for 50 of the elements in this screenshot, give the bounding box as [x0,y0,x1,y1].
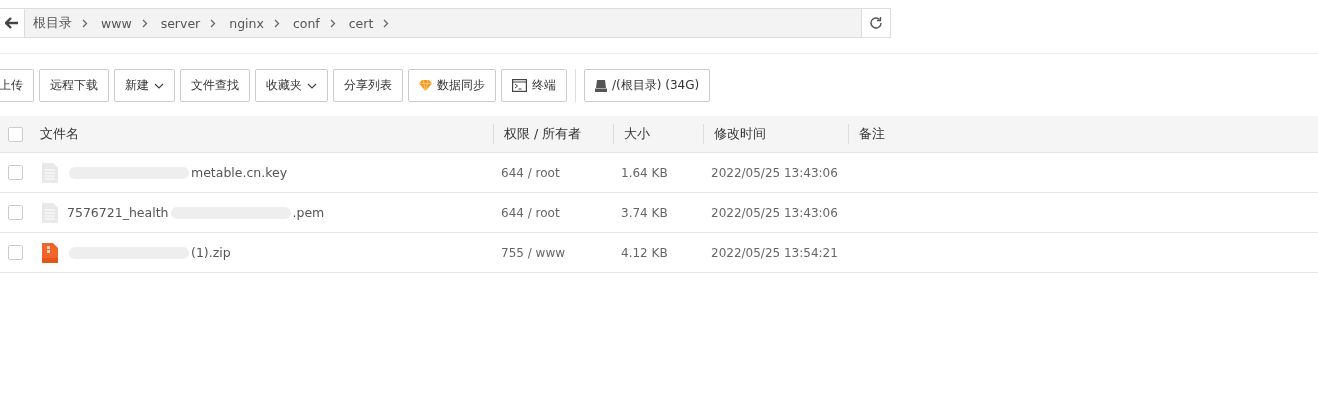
table-cell-text: 2022/05/25 13:54:21 [710,245,839,260]
breadcrumb-link[interactable]: conf [292,15,320,31]
table-cell-text: 644 / root [500,205,561,220]
breadcrumb-link[interactable]: nginx [229,15,264,31]
chevron-icon [273,18,280,28]
column-header: 文件名 [39,125,80,143]
checkbox[interactable] [7,205,23,220]
toolbar-button[interactable]: /(根目录) (34G) [584,69,711,102]
caret-icon [307,82,317,89]
file-name[interactable]: 7576721_health .pem [67,205,325,220]
checkbox[interactable] [7,245,23,260]
chevron-icon [141,18,148,28]
column-header: 大小 [613,124,703,144]
chevron-icon [82,18,88,28]
table-cell-text: 1.64 KB [620,165,669,180]
breadcrumb-link[interactable]: 根目录 [33,14,72,32]
toolbar-button[interactable]: 远程下载 [39,69,109,102]
file-row[interactable]: 7576721_health .pem 644 / root 3.74 KB 2022/05/25 13:43:06 [0,193,1318,233]
column-header: 修改时间 [703,124,848,144]
file-row[interactable]: metable.cn.key 644 / root 1.64 KB 2022/05/25 13:43:06 [0,153,1318,193]
terminal-icon [512,79,527,92]
checkbox[interactable] [7,165,23,180]
table-cell-text: 2022/05/25 13:43:06 [710,205,839,220]
column-header: 权限 / 所有者 [493,124,613,144]
zip-file-icon [42,242,58,263]
table-cell-text: 2022/05/25 13:43:06 [710,165,839,180]
breadcrumb-link[interactable]: cert [348,15,374,31]
diamond-icon [419,80,432,91]
breadcrumb-link[interactable]: server [160,15,201,31]
toolbar-button[interactable]: 上传 [0,69,34,102]
file-row[interactable]: (1).zip 755 / www 4.12 KB 2022/05/25 13:54:21 [0,233,1318,273]
file-name[interactable]: metable.cn.key [67,165,288,180]
toolbar-button[interactable]: 分享列表 [333,69,403,102]
select-all-checkbox[interactable] [7,126,23,142]
table-cell-text: 755 / www [500,245,567,260]
column-header: 备注 [848,124,1312,144]
table-cell-text: 644 / root [500,165,561,180]
table-cell-text: 4.12 KB [620,245,669,260]
toolbar-button[interactable]: 终端 [501,69,567,102]
caret-icon [154,82,164,89]
breadcrumb-link[interactable]: www [101,15,132,31]
table-cell-text: 3.74 KB [620,205,669,220]
chevron-icon [383,18,390,28]
chevron-icon [329,18,336,28]
toolbar-button[interactable]: 新建 [114,69,175,102]
toolbar-button[interactable]: 文件查找 [180,69,250,102]
toolbar-button[interactable]: 收藏夹 [255,69,328,102]
toolbar-button[interactable]: 数据同步 [408,69,496,102]
disk-icon [595,79,607,92]
chevron-icon [210,18,217,28]
